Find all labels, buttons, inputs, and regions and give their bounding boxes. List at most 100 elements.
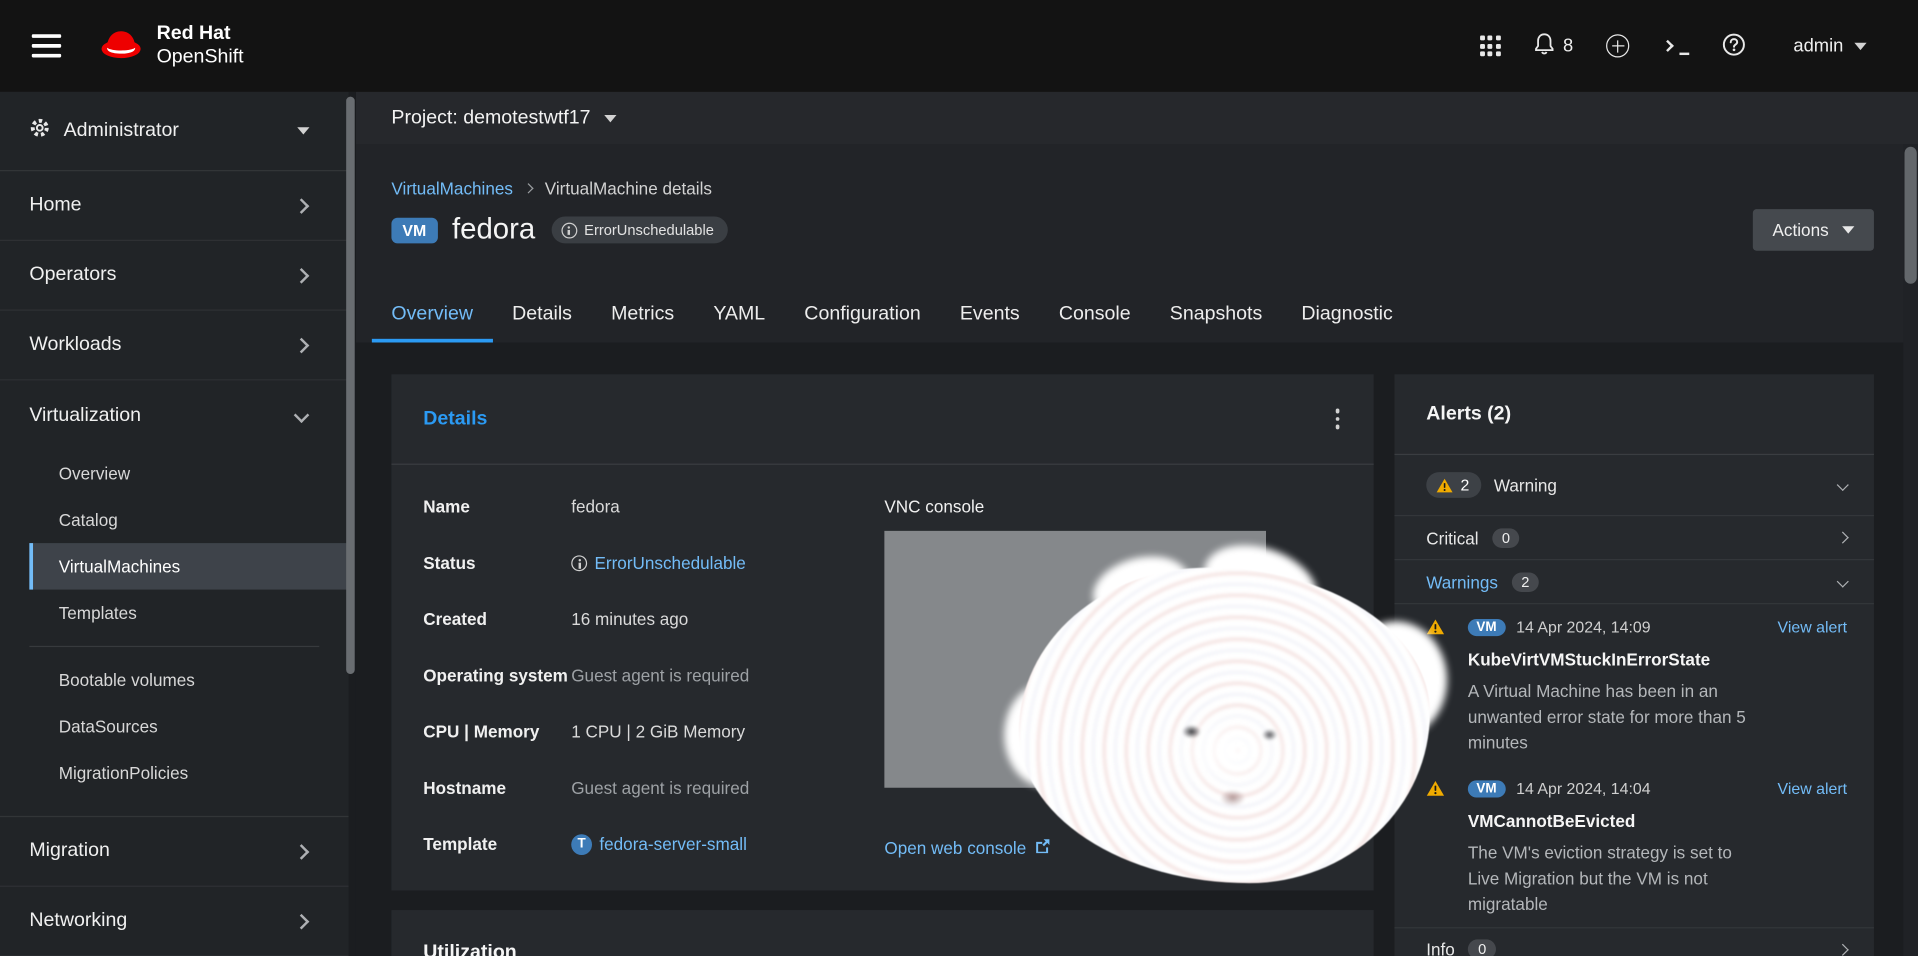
sidebar-item-datasources[interactable]: DataSources bbox=[0, 703, 349, 749]
detail-value-hostname: Guest agent is required bbox=[571, 778, 884, 799]
tab-configuration[interactable]: Configuration bbox=[785, 287, 941, 342]
alerts-group-warnings[interactable]: Warnings 2 bbox=[1394, 560, 1873, 604]
sidebar-item-bootable-volumes[interactable]: Bootable volumes bbox=[0, 657, 349, 703]
sidebar-item-migrationpolicies[interactable]: MigrationPolicies bbox=[0, 750, 349, 796]
perspective-switcher[interactable]: Administrator bbox=[0, 92, 349, 172]
title-row: VM fedora ErrorUnschedulable Actions bbox=[391, 209, 1874, 251]
alert-meta-row: VM 14 Apr 2024, 14:04 View alert bbox=[1426, 778, 1847, 799]
detail-label-created: Created bbox=[423, 609, 571, 630]
status-badge-label: ErrorUnschedulable bbox=[584, 221, 714, 238]
utilization-card: Utilization bbox=[391, 910, 1373, 956]
chevron-down-icon bbox=[1842, 226, 1854, 233]
vm-kind-badge: VM bbox=[1468, 618, 1505, 635]
sidebar-item-label: Workloads bbox=[29, 334, 121, 356]
warnings-count-badge: 2 bbox=[1511, 572, 1539, 592]
alerts-card: Alerts (2) 2 Warning Critical 0 Warnings… bbox=[1394, 374, 1873, 956]
alert-timestamp: 14 Apr 2024, 14:04 bbox=[1516, 779, 1650, 797]
details-card-title-link[interactable]: Details bbox=[423, 408, 487, 430]
alerts-group-info[interactable]: Info 0 bbox=[1394, 927, 1873, 956]
page-scrollbar-thumb[interactable] bbox=[1905, 147, 1917, 284]
help-button[interactable] bbox=[1722, 32, 1745, 59]
notification-count: 8 bbox=[1563, 35, 1573, 56]
breadcrumb-virtualmachines-link[interactable]: VirtualMachines bbox=[391, 179, 513, 199]
subnav-divider bbox=[29, 646, 319, 647]
alert-title: VMCannotBeEvicted bbox=[1468, 811, 1847, 831]
sidebar-item-networking[interactable]: Networking bbox=[0, 887, 349, 956]
question-circle-icon bbox=[1722, 32, 1745, 59]
template-icon: T bbox=[571, 834, 592, 855]
web-terminal-button[interactable] bbox=[1663, 36, 1690, 56]
tab-overview[interactable]: Overview bbox=[372, 287, 493, 342]
page-header: VirtualMachines VirtualMachine details V… bbox=[356, 144, 1918, 342]
quick-create-button[interactable] bbox=[1606, 34, 1629, 57]
alert-description: The VM's eviction strategy is set to Liv… bbox=[1468, 840, 1752, 917]
kebab-menu-icon[interactable] bbox=[1330, 404, 1344, 434]
sidebar-item-workloads[interactable]: Workloads bbox=[0, 311, 349, 381]
chevron-down-icon bbox=[1854, 42, 1866, 49]
sidebar-scrollbar[interactable] bbox=[346, 97, 355, 674]
sidebar-item-label: Operators bbox=[29, 264, 116, 286]
actions-button[interactable]: Actions bbox=[1753, 209, 1874, 251]
alerts-summary-row[interactable]: 2 Warning bbox=[1394, 455, 1873, 516]
utilization-card-title: Utilization bbox=[423, 942, 516, 956]
status-link-label: ErrorUnschedulable bbox=[594, 553, 745, 574]
redhat-hat-icon bbox=[99, 26, 143, 65]
detail-value-name: fedora bbox=[571, 497, 884, 518]
sidebar-item-virtualmachines[interactable]: VirtualMachines bbox=[29, 543, 348, 589]
alerts-card-header: Alerts (2) bbox=[1394, 374, 1873, 455]
info-group-label: Info bbox=[1426, 939, 1455, 956]
detail-value-cpu-memory: 1 CPU | 2 GiB Memory bbox=[571, 722, 884, 743]
notifications-button[interactable]: 8 bbox=[1534, 32, 1574, 59]
chevron-down-icon bbox=[1837, 576, 1849, 588]
tab-diagnostic[interactable]: Diagnostic bbox=[1282, 287, 1413, 342]
warning-triangle-icon bbox=[1436, 478, 1453, 493]
detail-value-template[interactable]: T fedora-server-small bbox=[571, 834, 884, 855]
user-menu[interactable]: admin bbox=[1793, 35, 1866, 56]
view-alert-link[interactable]: View alert bbox=[1778, 779, 1848, 797]
sidebar-item-label: Catalog bbox=[59, 510, 118, 530]
tab-metrics[interactable]: Metrics bbox=[592, 287, 694, 342]
sidebar-item-catalog[interactable]: Catalog bbox=[0, 497, 349, 543]
detail-label-name: Name bbox=[423, 497, 571, 518]
tab-snapshots[interactable]: Snapshots bbox=[1150, 287, 1282, 342]
tab-events[interactable]: Events bbox=[940, 287, 1039, 342]
masthead: Red Hat OpenShift 8 bbox=[0, 0, 1918, 92]
sidebar-item-operators[interactable]: Operators bbox=[0, 241, 349, 311]
view-alert-link[interactable]: View alert bbox=[1778, 618, 1848, 636]
sidebar-item-migration[interactable]: Migration bbox=[0, 817, 349, 887]
sidebar-item-home[interactable]: Home bbox=[0, 171, 349, 241]
tab-yaml[interactable]: YAML bbox=[694, 287, 785, 342]
open-web-console-label: Open web console bbox=[884, 838, 1026, 858]
breadcrumb-current: VirtualMachine details bbox=[545, 179, 712, 199]
chevron-right-icon bbox=[294, 337, 310, 353]
plus-circle-icon bbox=[1606, 34, 1629, 57]
chevron-right-icon bbox=[294, 913, 310, 929]
tab-console[interactable]: Console bbox=[1039, 287, 1150, 342]
project-selector[interactable]: Project: demotestwtf17 bbox=[356, 92, 1918, 145]
sidebar-item-virt-overview[interactable]: Overview bbox=[0, 450, 349, 496]
sidebar-item-label: MigrationPolicies bbox=[59, 763, 188, 783]
sidebar-item-label: Networking bbox=[29, 910, 127, 932]
sidebar-item-virtualization[interactable]: Virtualization bbox=[0, 380, 349, 450]
chevron-right-icon bbox=[294, 198, 310, 214]
status-badge: ErrorUnschedulable bbox=[551, 217, 727, 244]
tab-details[interactable]: Details bbox=[493, 287, 592, 342]
alerts-group-critical[interactable]: Critical 0 bbox=[1394, 516, 1873, 560]
chevron-down-icon bbox=[604, 114, 616, 121]
brand-line1: Red Hat bbox=[157, 23, 244, 45]
app-launcher-icon[interactable] bbox=[1480, 35, 1501, 56]
nav-divider bbox=[0, 796, 349, 817]
vm-kind-badge: VM bbox=[391, 217, 437, 243]
actions-button-label: Actions bbox=[1773, 220, 1829, 240]
info-icon bbox=[571, 555, 587, 571]
chevron-down-icon bbox=[297, 127, 309, 134]
sidebar-item-templates[interactable]: Templates bbox=[0, 590, 349, 636]
chevron-right-icon bbox=[1837, 532, 1849, 544]
alert-description: A Virtual Machine has been in an unwante… bbox=[1468, 679, 1752, 756]
detail-label-cpu-memory: CPU | Memory bbox=[423, 722, 571, 743]
gear-icon bbox=[29, 117, 50, 144]
detail-value-status[interactable]: ErrorUnschedulable bbox=[571, 553, 884, 574]
detail-value-os: Guest agent is required bbox=[571, 665, 884, 686]
hamburger-menu-icon[interactable] bbox=[32, 34, 61, 57]
template-link-label: fedora-server-small bbox=[599, 834, 747, 855]
